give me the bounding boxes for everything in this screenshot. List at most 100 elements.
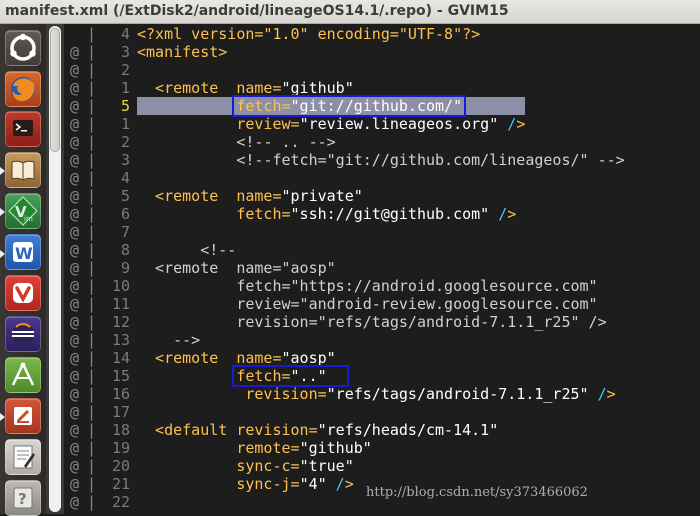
sign-column-mark: @ [70, 61, 80, 79]
code-line[interactable]: @ | 10 fetch="https://android.googlesource… [64, 277, 700, 295]
code-line[interactable]: @ | 18 <default revision="refs/heads/cm-14… [64, 421, 700, 439]
code-token: "ssh://git@github.com" [290, 205, 490, 223]
sign-column-mark: @ [70, 43, 80, 61]
vertical-scrollbar[interactable] [46, 24, 64, 514]
indent-guide: | [87, 439, 97, 457]
code-line[interactable]: @ | 7 [64, 223, 700, 241]
text-editor-icon[interactable] [5, 439, 41, 475]
code-token: revision="refs/tags/android-7.1.1_r25" /… [137, 313, 607, 331]
code-token: > [344, 475, 354, 493]
watermark: http://blog.csdn.net/sy373466062 [366, 485, 588, 500]
code-text[interactable]: fetch="ssh://git@github.com" /> [137, 205, 516, 223]
sign-column-mark: @ [70, 277, 80, 295]
code-line[interactable]: @ | 2 [64, 61, 700, 79]
code-text[interactable]: review="android-review.googlesource.com" [137, 295, 597, 313]
wps-writer-icon[interactable]: W [5, 234, 41, 270]
indent-guide: | [87, 61, 97, 79]
highlight-box-fetch-github [232, 95, 467, 117]
line-number: 19 [111, 439, 130, 457]
code-token: <!--fetch="git://github.com/lineageos/" … [137, 151, 625, 169]
sign-column-mark: @ [70, 313, 80, 331]
code-line[interactable]: @ | 4 [64, 169, 700, 187]
window-titlebar[interactable]: manifest.xml (/ExtDisk2/android/lineageO… [0, 0, 700, 24]
code-text[interactable]: <?xml version="1.0" encoding="UTF-8"?> [137, 25, 480, 43]
code-text[interactable]: <remote name="aosp" [137, 259, 336, 277]
svg-text:im: im [24, 215, 33, 223]
indent-guide: | [87, 349, 97, 367]
line-number: 5 [120, 187, 130, 205]
indent-guide: | [87, 259, 97, 277]
sign-column-mark: @ [70, 493, 80, 511]
code-text[interactable]: sync-j="4" /> [137, 475, 354, 493]
unity-launcher: Vim W ? [0, 24, 47, 516]
code-line[interactable]: @ | 3 <manifest> [64, 43, 700, 61]
line-number: 10 [111, 277, 130, 295]
code-line[interactable]: @ | 8 <!-- [64, 241, 700, 259]
code-line[interactable]: @ | 17 [64, 403, 700, 421]
code-text[interactable]: <!-- .. --> [137, 133, 335, 151]
code-line[interactable]: @ | 1 review="review.lineageos.org" /> [64, 115, 700, 133]
code-line[interactable]: @ | 15 fetch=".." [64, 367, 700, 385]
code-token: "refs/tags/android-7.1.1_r25" [326, 385, 589, 403]
indent-guide: | [87, 421, 97, 439]
svg-text:?: ? [18, 490, 27, 508]
code-line[interactable]: @ | 9 <remote name="aosp" [64, 259, 700, 277]
code-token: <remote [137, 187, 237, 205]
vim-editor-buffer[interactable]: | 4 <?xml version="1.0" encoding="UTF-8"?>… [64, 24, 700, 514]
line-number: 18 [111, 421, 130, 439]
code-text[interactable]: sync-c="true" [137, 457, 354, 475]
presentation-icon[interactable] [5, 398, 41, 434]
android-studio-icon[interactable] [5, 357, 41, 393]
code-text[interactable]: revision="refs/tags/android-7.1.1_r25" /… [137, 385, 616, 403]
code-line[interactable]: @ | 14 <remote name="aosp" [64, 349, 700, 367]
indent-guide: | [87, 97, 97, 115]
vim-icon[interactable]: Vim [5, 193, 41, 229]
sign-column-mark: @ [70, 205, 80, 223]
code-text[interactable]: fetch="https://android.googlesource.com" [137, 277, 597, 295]
sign-column-mark: @ [70, 187, 80, 205]
vivaldi-icon[interactable] [5, 275, 41, 311]
code-line[interactable]: @ | 16 revision="refs/tags/android-7.1.1_r… [64, 385, 700, 403]
code-line[interactable]: @ | 6 fetch="ssh://git@github.com" /> [64, 205, 700, 223]
indent-guide: | [87, 223, 97, 241]
code-text[interactable]: review="review.lineageos.org" /> [137, 115, 525, 133]
line-number: 15 [111, 367, 130, 385]
ubuntu-dash-icon[interactable] [5, 30, 41, 66]
book-reader-icon[interactable] [5, 152, 41, 188]
code-text[interactable]: revision="refs/tags/android-7.1.1_r25" /… [137, 313, 607, 331]
line-number: 3 [120, 43, 130, 61]
line-number: 8 [120, 241, 130, 259]
code-text[interactable]: <!-- [137, 241, 236, 259]
code-text[interactable]: --> [137, 331, 200, 349]
code-token: fetch= [137, 205, 291, 223]
code-line[interactable]: @ | 2 <!-- .. --> [64, 133, 700, 151]
code-line[interactable]: @ | 12 revision="refs/tags/android-7.1.1_r… [64, 313, 700, 331]
code-line[interactable]: @ | 11 review="android-review.googlesource… [64, 295, 700, 313]
code-line[interactable]: @ | 20 sync-c="true" [64, 457, 700, 475]
code-token: "private" [281, 187, 363, 205]
svg-text:W: W [15, 244, 33, 263]
code-line[interactable]: @ | 3 <!--fetch="git://github.com/lineageo… [64, 151, 700, 169]
code-text[interactable]: <manifest> [137, 43, 227, 61]
terminal-icon[interactable] [5, 111, 41, 147]
line-number: 13 [111, 331, 130, 349]
code-text[interactable]: <!--fetch="git://github.com/lineageos/" … [137, 151, 625, 169]
code-text[interactable]: remote="github" [137, 439, 371, 457]
code-line[interactable]: @ | 19 remote="github" [64, 439, 700, 457]
code-token: / [489, 205, 508, 223]
code-text[interactable]: <remote name="private" [137, 187, 363, 205]
firefox-icon[interactable] [5, 71, 41, 107]
line-number: 6 [120, 205, 130, 223]
code-text[interactable]: <default revision="refs/heads/cm-14.1" [137, 421, 498, 439]
code-line[interactable]: | 4 <?xml version="1.0" encoding="UTF-8"?> [64, 25, 700, 43]
code-line[interactable]: @ | 13 --> [64, 331, 700, 349]
sign-column-mark: @ [70, 133, 80, 151]
indent-guide: | [87, 43, 97, 61]
code-token: "true" [299, 457, 354, 475]
scrollbar-thumb[interactable] [50, 28, 60, 152]
eclipse-icon[interactable] [5, 316, 41, 352]
code-line[interactable]: @ | 5 <remote name="private" [64, 187, 700, 205]
indent-guide: | [87, 151, 97, 169]
unknown-app-icon[interactable]: ? [5, 480, 41, 516]
code-token: > [606, 385, 616, 403]
